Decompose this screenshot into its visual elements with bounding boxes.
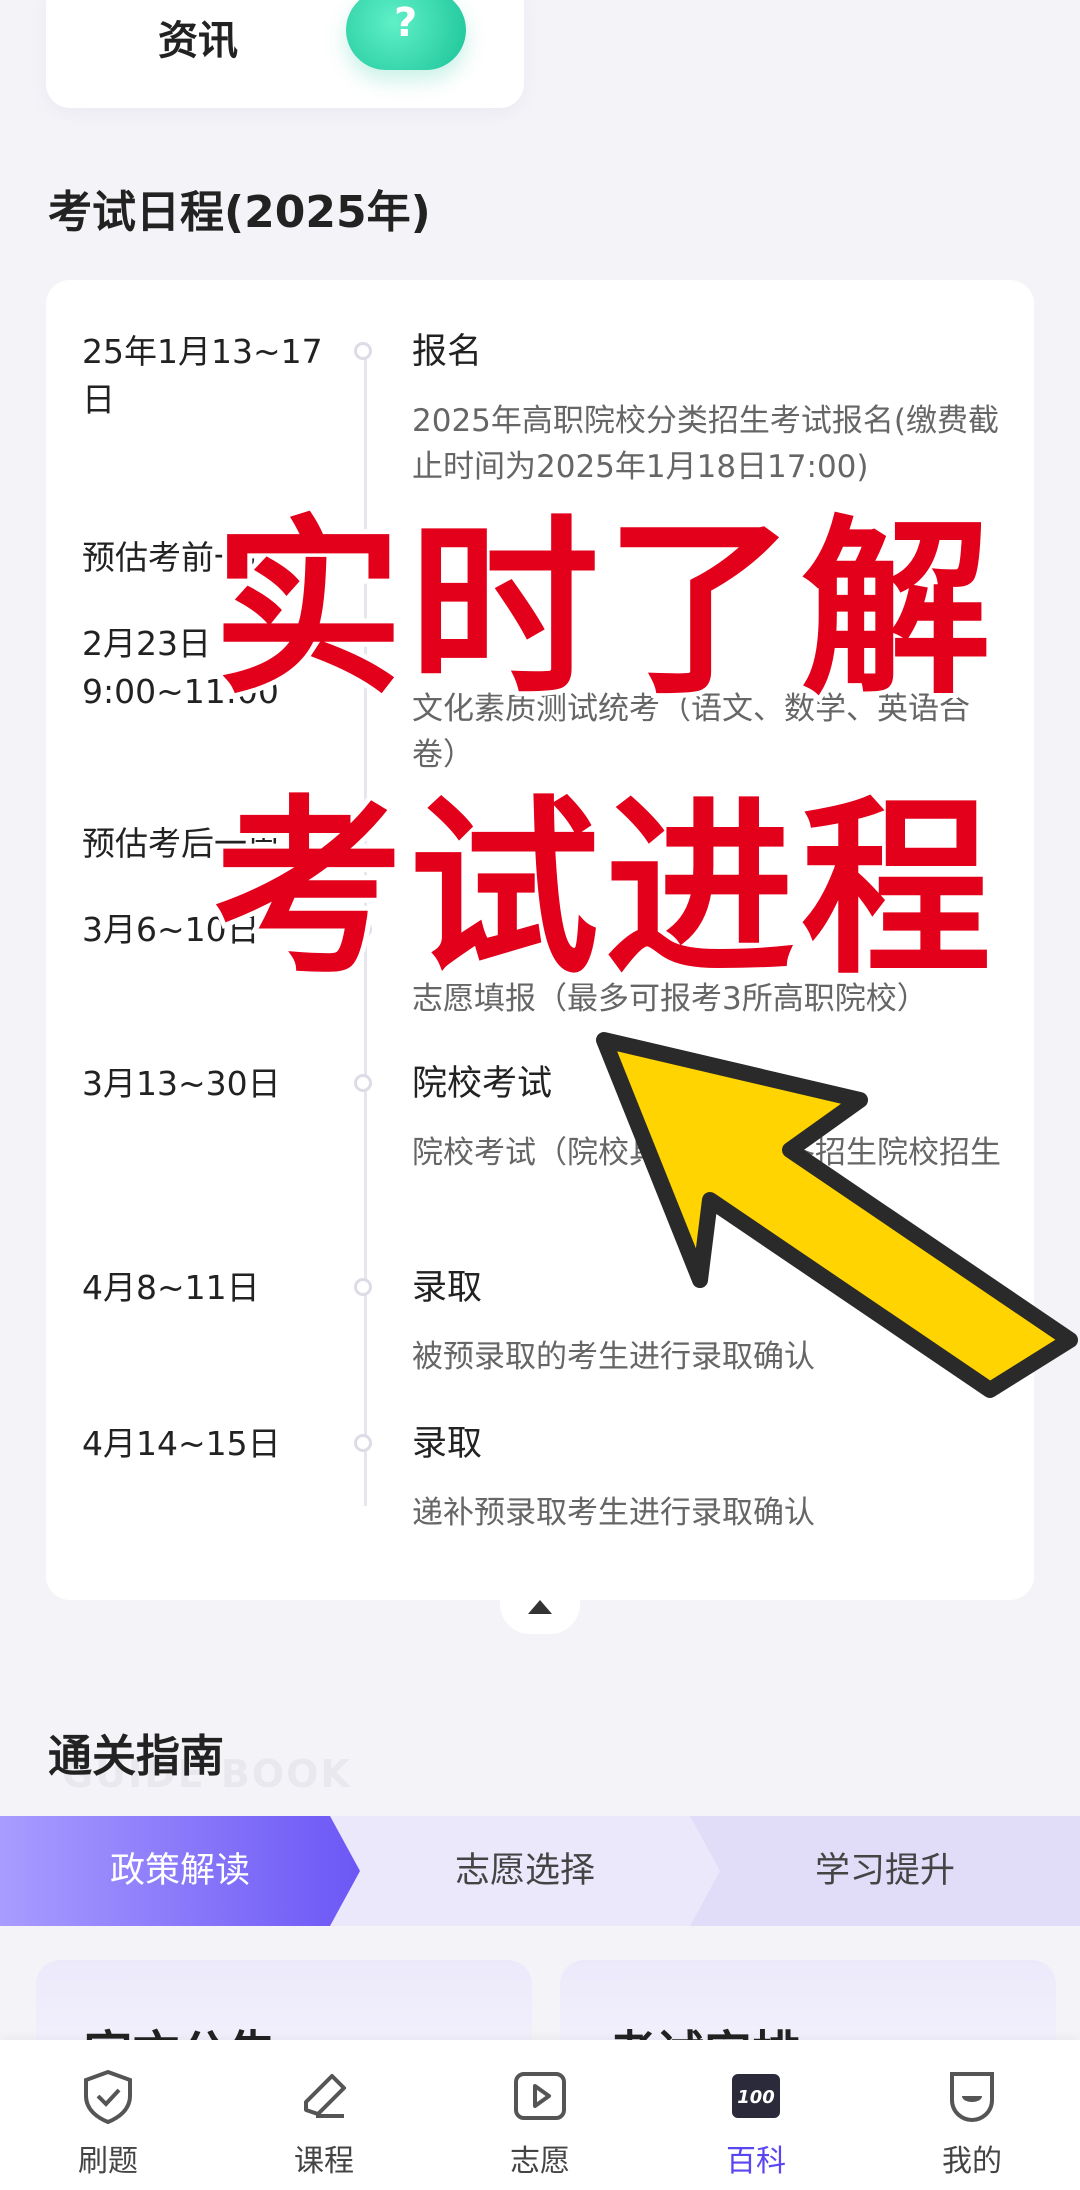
row-date: 25年1月13~17日	[82, 332, 323, 419]
play-icon	[514, 2072, 566, 2120]
row-title: 录取	[412, 1268, 483, 1308]
pencil-icon	[304, 2074, 346, 2118]
bottom-nav: 刷题 课程 志愿 100 百科 我的	[0, 2040, 1080, 2190]
guide-title: 通关指南	[48, 1731, 224, 1782]
guide-tabs: 政策解读 志愿选择 学习提升	[0, 1816, 1080, 1926]
row-date: 4月8~11日	[82, 1268, 260, 1307]
nav-label: 志愿	[510, 2144, 570, 2179]
overlay-headline-2: 考试进程	[208, 779, 997, 1000]
row-title: 院校考试	[412, 1064, 553, 1104]
timeline-dot	[354, 1434, 372, 1452]
row-date: 4月14~15日	[82, 1424, 281, 1463]
timeline-dot	[354, 342, 372, 360]
overlay-headline-1: 实时了解	[208, 499, 997, 720]
nav-practice[interactable]: 刷题	[0, 2040, 216, 2190]
collapse-button[interactable]	[500, 1580, 580, 1634]
profile-icon	[950, 2072, 994, 2123]
book-100-icon: 100	[732, 2074, 780, 2118]
timeline-dot	[354, 1278, 372, 1296]
chevron-up-icon	[528, 1600, 552, 1614]
schedule-title: 考试日程(2025年)	[48, 187, 431, 238]
news-card[interactable]: 资讯 ?	[46, 0, 524, 108]
tab-volunteer[interactable]: 志愿选择	[330, 1816, 720, 1926]
tab-study[interactable]: 学习提升	[690, 1816, 1080, 1926]
row-desc: 递补预录取考生进行录取确认	[412, 1495, 815, 1531]
tab-policy[interactable]: 政策解读	[0, 1816, 360, 1926]
nav-course[interactable]: 课程	[216, 2040, 432, 2190]
nav-label: 我的	[942, 2144, 1002, 2179]
question-bubble-icon: ?	[346, 0, 466, 70]
shield-check-icon	[84, 2069, 132, 2125]
svg-text:100: 100	[737, 2087, 775, 2108]
nav-label: 课程	[294, 2144, 354, 2179]
nav-label: 百科	[726, 2144, 786, 2179]
yellow-arrow-icon	[596, 1032, 1078, 1398]
row-date: 3月13~30日	[82, 1064, 281, 1103]
nav-encyclopedia[interactable]: 100 百科	[648, 2040, 864, 2190]
nav-mine[interactable]: 我的	[864, 2040, 1080, 2190]
news-label: 资讯	[158, 18, 238, 64]
row-desc: 2025年高职院校分类招生考试报名(缴费截止时间为2025年1月18日17:00…	[412, 403, 999, 485]
row-title: 报名	[412, 332, 483, 372]
timeline-dot	[354, 1074, 372, 1092]
row-title: 录取	[412, 1424, 483, 1464]
nav-volunteer[interactable]: 志愿	[432, 2040, 648, 2190]
nav-label: 刷题	[78, 2144, 138, 2179]
